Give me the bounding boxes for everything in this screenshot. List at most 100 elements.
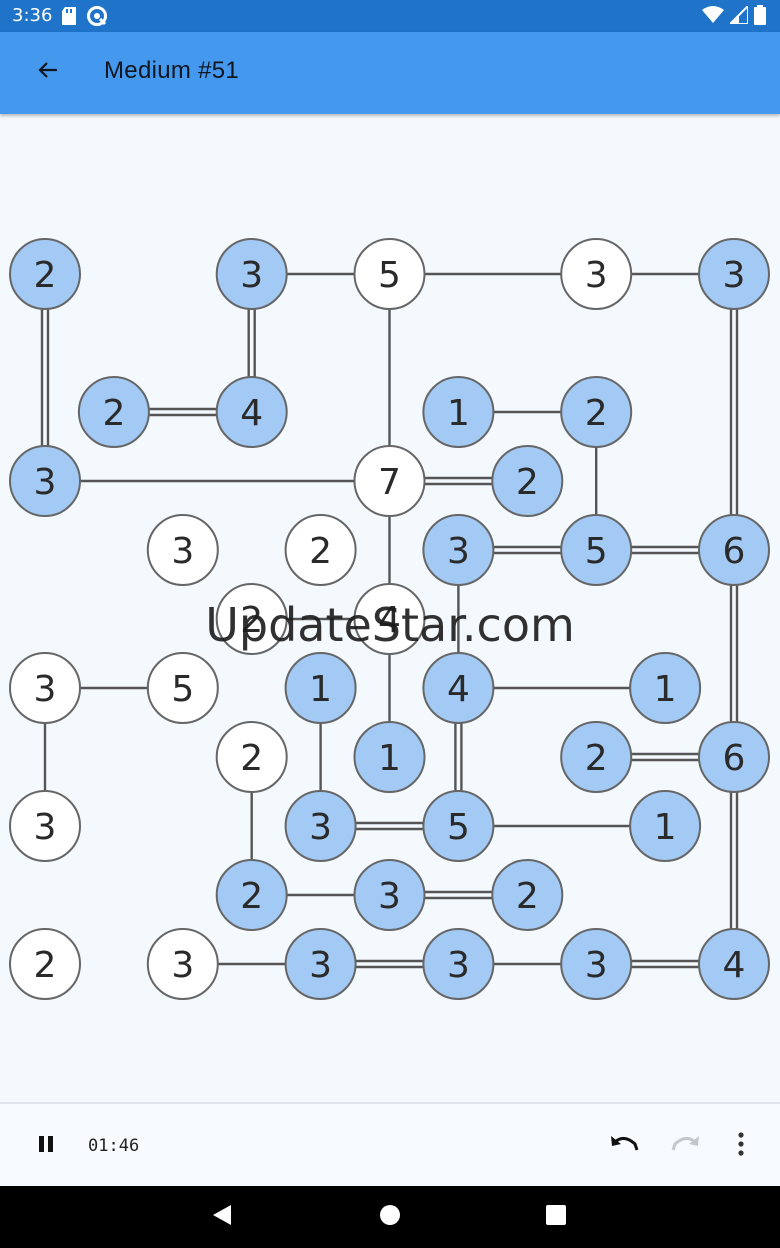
island-e[interactable]: 3: [698, 238, 770, 310]
island-ah[interactable]: 3: [353, 859, 426, 931]
island-o[interactable]: 3: [422, 514, 495, 586]
system-nav-bar: [0, 1186, 780, 1248]
island-ac[interactable]: 3: [9, 790, 81, 862]
island-value: 2: [240, 738, 263, 779]
island-value: 3: [171, 945, 194, 986]
island-v[interactable]: 1: [284, 652, 357, 724]
island-ao[interactable]: 4: [698, 928, 770, 1000]
island-h[interactable]: 1: [422, 376, 495, 448]
island-an[interactable]: 3: [560, 928, 633, 1000]
island-aa[interactable]: 2: [560, 721, 633, 793]
island-af[interactable]: 1: [629, 790, 702, 862]
island-ak[interactable]: 3: [146, 928, 219, 1000]
island-x[interactable]: 1: [629, 652, 702, 724]
island-value: 1: [309, 669, 332, 710]
island-g[interactable]: 4: [215, 376, 288, 448]
island-l[interactable]: 2: [491, 445, 564, 517]
island-value: 2: [102, 393, 125, 434]
page-title: Medium #51: [104, 57, 240, 84]
island-q[interactable]: 6: [698, 514, 770, 586]
island-value: 3: [585, 945, 608, 986]
island-value: 3: [309, 807, 332, 848]
island-value: 4: [378, 600, 401, 641]
island-value: 3: [723, 255, 746, 296]
sd-card-icon: [62, 7, 76, 29]
arrow-back-icon: [36, 58, 60, 86]
sync-icon: [86, 5, 108, 31]
island-value: 4: [447, 669, 470, 710]
more-vert-icon: [737, 1132, 745, 1160]
nav-back-icon: [211, 1203, 233, 1231]
island-value: 1: [654, 807, 677, 848]
island-value: 1: [378, 738, 401, 779]
island-t[interactable]: 3: [9, 652, 81, 724]
island-ad[interactable]: 3: [284, 790, 357, 862]
island-z[interactable]: 1: [353, 721, 426, 793]
island-d[interactable]: 3: [560, 238, 633, 310]
island-r[interactable]: 2: [215, 583, 288, 655]
pause-button[interactable]: [30, 1130, 62, 1162]
island-p[interactable]: 5: [560, 514, 633, 586]
island-y[interactable]: 2: [215, 721, 288, 793]
island-ae[interactable]: 5: [422, 790, 495, 862]
island-b[interactable]: 3: [215, 238, 288, 310]
island-ag[interactable]: 2: [215, 859, 288, 931]
status-bar: 3:36: [0, 0, 780, 32]
island-am[interactable]: 3: [422, 928, 495, 1000]
nav-back-button[interactable]: [204, 1200, 240, 1234]
undo-button[interactable]: [604, 1128, 644, 1164]
nav-home-button[interactable]: [372, 1200, 408, 1234]
island-value: 6: [723, 738, 746, 779]
island-a[interactable]: 2: [9, 238, 81, 310]
more-options-button[interactable]: [726, 1128, 756, 1164]
back-button[interactable]: [26, 50, 70, 94]
puzzle-board[interactable]: 2 3 5 3 3 2 4 1 2 3 7 2 3 2 3 5 6 2 4 3 5 1 4 1 2 1 2 6 3 3 5 1 2 3 2 2 3 3 3 3…: [0, 114, 780, 1102]
island-value: 7: [378, 462, 401, 503]
island-value: 3: [378, 876, 401, 917]
redo-button[interactable]: [666, 1128, 706, 1164]
bottom-toolbar: 01:46: [0, 1102, 780, 1188]
island-value: 2: [34, 255, 57, 296]
status-time: 3:36: [12, 5, 53, 26]
island-ab[interactable]: 6: [698, 721, 770, 793]
island-i[interactable]: 2: [560, 376, 633, 448]
nav-recents-button[interactable]: [538, 1200, 574, 1234]
timer: 01:46: [88, 1136, 140, 1156]
island-j[interactable]: 3: [9, 445, 81, 517]
island-value: 3: [171, 531, 194, 572]
island-value: 2: [34, 945, 57, 986]
island-value: 2: [240, 876, 263, 917]
undo-icon: [609, 1134, 639, 1158]
island-value: 2: [309, 531, 332, 572]
nav-recents-icon: [545, 1204, 567, 1230]
island-ai[interactable]: 2: [491, 859, 564, 931]
signal-icon: [727, 3, 749, 28]
island-w[interactable]: 4: [422, 652, 495, 724]
island-k[interactable]: 7: [353, 445, 426, 517]
island-al[interactable]: 3: [284, 928, 357, 1000]
island-value: 1: [654, 669, 677, 710]
island-value: 1: [447, 393, 470, 434]
nav-home-icon: [379, 1204, 401, 1230]
island-u[interactable]: 5: [146, 652, 219, 724]
island-value: 3: [447, 945, 470, 986]
island-value: 3: [585, 255, 608, 296]
island-value: 5: [171, 669, 194, 710]
island-aj[interactable]: 2: [9, 928, 81, 1000]
island-value: 3: [34, 807, 57, 848]
app-bar: Medium #51: [0, 32, 780, 114]
island-value: 3: [309, 945, 332, 986]
island-value: 3: [240, 255, 263, 296]
island-c[interactable]: 5: [353, 238, 426, 310]
island-s[interactable]: 4: [353, 583, 426, 655]
island-value: 3: [34, 669, 57, 710]
island-value: 5: [378, 255, 401, 296]
wifi-icon: [702, 6, 724, 28]
island-n[interactable]: 2: [284, 514, 357, 586]
island-m[interactable]: 3: [146, 514, 219, 586]
battery-icon: [754, 5, 766, 29]
island-value: 3: [34, 462, 57, 503]
island-f[interactable]: 2: [77, 376, 150, 448]
puzzle-grid[interactable]: 2 3 5 3 3 2 4 1 2 3 7 2 3 2 3 5 6 2 4 3 5 1 4 1 2 1 2 6 3 3 5 1 2 3 2 2 3 3 3 3…: [0, 114, 780, 1102]
island-value: 2: [240, 600, 263, 641]
